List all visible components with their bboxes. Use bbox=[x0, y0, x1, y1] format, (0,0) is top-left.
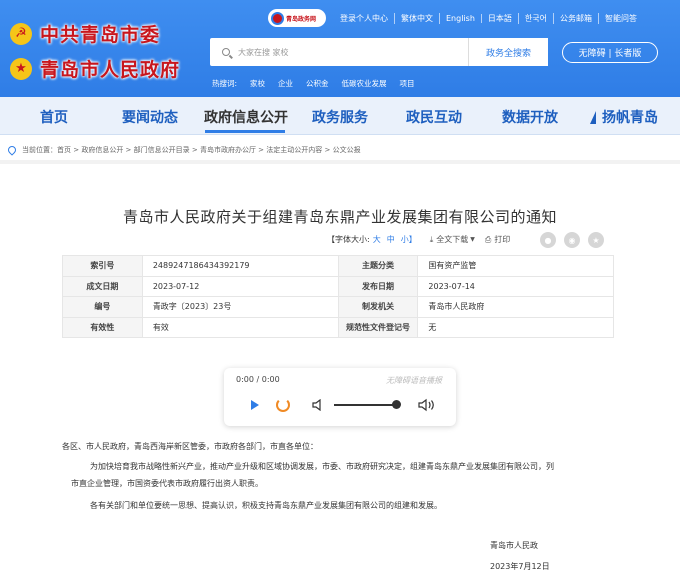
replay-icon[interactable] bbox=[276, 398, 290, 412]
table-row: 编号 青政字〔2023〕23号 制发机关 青岛市人民政府 bbox=[62, 296, 614, 318]
audio-time: 0:00 / 0:00 bbox=[236, 375, 280, 384]
paragraph-continued: 市直企业管理，市国资委代表市政府履行出资人职责。 bbox=[71, 479, 263, 488]
hot-term[interactable]: 公积金 bbox=[306, 78, 329, 89]
table-row: 成文日期 2023-07-12 发布日期 2023-07-14 bbox=[62, 275, 614, 297]
registration-key: 规范性文件登记号 bbox=[337, 316, 419, 338]
logo-top-text: 中共青岛市委 bbox=[40, 24, 161, 46]
signature-org: 青岛市人民政 bbox=[490, 541, 538, 550]
paragraph: 为加快培育我市战略性新兴产业，推动产业升级和区域协调发展，市委、市政府研究决定，… bbox=[90, 462, 554, 471]
published-key: 发布日期 bbox=[337, 275, 419, 297]
hot-term[interactable]: 低碳农业发展 bbox=[342, 78, 387, 89]
page-title: 青岛市人民政府关于组建青岛东鼎产业发展集团有限公司的通知 bbox=[122, 208, 557, 226]
article-body: 各区、市人民政府，青岛西海岸新区管委，市政府各部门，市直各单位： 为加快培育我市… bbox=[62, 438, 633, 514]
top-links-bar: 青岛政务网 登录个人中心 繁体中文 English 日本語 한국어 公务邮箱 智… bbox=[268, 9, 643, 27]
font-size-large[interactable]: 大 bbox=[373, 234, 381, 245]
index-no-key: 索引号 bbox=[62, 255, 143, 277]
index-no-value: 2489247186434392179 bbox=[141, 255, 339, 277]
sail-icon bbox=[590, 111, 596, 124]
breadcrumb-text[interactable]: 当前位置：首页 > 政府信息公开 > 部门信息公开目录 > 青岛市政府办公厅 >… bbox=[22, 145, 361, 155]
hot-term[interactable]: 企业 bbox=[278, 78, 293, 89]
volume-up-icon[interactable] bbox=[418, 398, 436, 412]
salutation: 各区、市人民政府，青岛西海岸新区管委，市政府各部门，市直各单位： bbox=[62, 442, 318, 451]
weibo-share-icon[interactable]: ◉ bbox=[564, 232, 580, 248]
nav-interaction[interactable]: 政民互动 bbox=[406, 107, 462, 127]
divider bbox=[0, 160, 680, 164]
nav-open-data[interactable]: 数据开放 bbox=[502, 107, 558, 127]
article-toolbar: 【字体大小: 大 中 小】 ⤓ 全文下载 ▼ ⎙ 打印 bbox=[327, 234, 510, 245]
table-row: 索引号 2489247186434392179 主题分类 国有资产监管 bbox=[62, 255, 614, 277]
doc-no-value: 青政字〔2023〕23号 bbox=[141, 296, 339, 318]
qa-link[interactable]: 智能问答 bbox=[599, 13, 643, 24]
speaker-icon[interactable] bbox=[312, 399, 324, 411]
validity-key: 有效性 bbox=[62, 316, 143, 338]
created-key: 成文日期 bbox=[62, 275, 143, 297]
doc-no-key: 编号 bbox=[62, 296, 143, 318]
audio-player: 0:00 / 0:00 无障碍语音播报 bbox=[224, 368, 456, 426]
play-icon[interactable] bbox=[251, 400, 259, 410]
download-button[interactable]: ⤓ 全文下载 ▼ bbox=[430, 234, 475, 245]
email-link[interactable]: 公务邮箱 bbox=[554, 12, 599, 24]
volume-knob[interactable] bbox=[392, 400, 401, 409]
nav-services[interactable]: 政务服务 bbox=[312, 107, 368, 127]
nav-gov-info[interactable]: 政府信息公开 bbox=[204, 107, 288, 127]
topic-value: 国有资产监管 bbox=[417, 255, 614, 277]
wechat-share-icon[interactable]: ● bbox=[540, 232, 556, 248]
party-logo[interactable]: ☭ 中共青岛市委 bbox=[10, 20, 160, 47]
korean-link[interactable]: 한국어 bbox=[519, 12, 554, 24]
hot-term[interactable]: 家校 bbox=[250, 78, 265, 89]
breadcrumb: 当前位置：首页 > 政府信息公开 > 部门信息公开目录 > 青岛市政府办公厅 >… bbox=[6, 144, 361, 156]
font-size-small[interactable]: 小】 bbox=[401, 234, 417, 245]
traditional-chinese-link[interactable]: 繁体中文 bbox=[395, 12, 440, 24]
hot-label: 热搜词: bbox=[212, 79, 238, 88]
japanese-link[interactable]: 日本語 bbox=[482, 12, 519, 24]
print-button[interactable]: ⎙ 打印 bbox=[485, 234, 510, 245]
paragraph: 各有关部门和单位要统一思想、提高认识，积极支持青岛东鼎产业发展集团有限公司的组建… bbox=[90, 501, 442, 510]
nav-home[interactable]: 首页 bbox=[40, 107, 68, 127]
created-value: 2023-07-12 bbox=[141, 275, 339, 297]
validity-value: 有效 bbox=[141, 316, 339, 338]
nav-qingdao[interactable]: 扬帆青岛 bbox=[590, 107, 658, 127]
topic-key: 主题分类 bbox=[337, 255, 419, 277]
nav-active-indicator bbox=[205, 130, 285, 133]
site-logo-icon bbox=[271, 11, 284, 25]
qzone-share-icon[interactable]: ★ bbox=[588, 232, 604, 248]
audio-label: 无障碍语音播报 bbox=[386, 376, 442, 385]
hot-search-terms: 热搜词: 家校 企业 公积金 低碳农业发展 项目 bbox=[212, 78, 428, 89]
login-link[interactable]: 登录个人中心 bbox=[334, 12, 395, 24]
site-badge[interactable]: 青岛政务网 bbox=[268, 9, 326, 27]
font-size-medium[interactable]: 中 bbox=[387, 234, 395, 245]
published-value: 2023-07-14 bbox=[417, 275, 614, 297]
registration-value: 无 bbox=[417, 316, 614, 338]
font-size-label: 【字体大小: bbox=[327, 235, 370, 244]
nav-news[interactable]: 要闻动态 bbox=[122, 107, 178, 127]
issuer-value: 青岛市人民政府 bbox=[417, 296, 614, 318]
national-emblem-icon: ★ bbox=[10, 57, 32, 80]
volume-slider[interactable] bbox=[334, 404, 400, 406]
main-nav: 首页 要闻动态 政府信息公开 政务服务 政民互动 数据开放 扬帆青岛 bbox=[0, 97, 680, 135]
issuer-key: 制发机关 bbox=[337, 296, 419, 318]
search-icon bbox=[222, 48, 230, 56]
gov-logo[interactable]: ★ 青岛市人民政府 bbox=[10, 55, 180, 82]
hot-term[interactable]: 项目 bbox=[400, 78, 415, 89]
signature-date: 2023年7月12日 bbox=[490, 562, 550, 571]
search-button[interactable]: 政务全搜索 bbox=[468, 38, 548, 66]
accessibility-button[interactable]: 无障碍 | 长者版 bbox=[562, 42, 658, 63]
download-icon: ⤓ bbox=[429, 234, 434, 244]
site-header: ☭ 中共青岛市委 ★ 青岛市人民政府 青岛政务网 登录个人中心 繁体中文 Eng… bbox=[0, 0, 680, 97]
location-pin-icon bbox=[6, 144, 18, 156]
print-icon: ⎙ bbox=[484, 234, 492, 244]
logo-bottom-text: 青岛市人民政府 bbox=[40, 59, 181, 81]
party-emblem-icon: ☭ bbox=[10, 22, 32, 45]
document-info-table: 索引号 2489247186434392179 主题分类 国有资产监管 成文日期… bbox=[62, 255, 614, 338]
search-input[interactable]: 大家在搜 家校 bbox=[210, 38, 468, 66]
chevron-down-icon: ▼ bbox=[470, 236, 475, 243]
english-link[interactable]: English bbox=[440, 13, 482, 23]
table-row: 有效性 有效 规范性文件登记号 无 bbox=[62, 316, 614, 338]
